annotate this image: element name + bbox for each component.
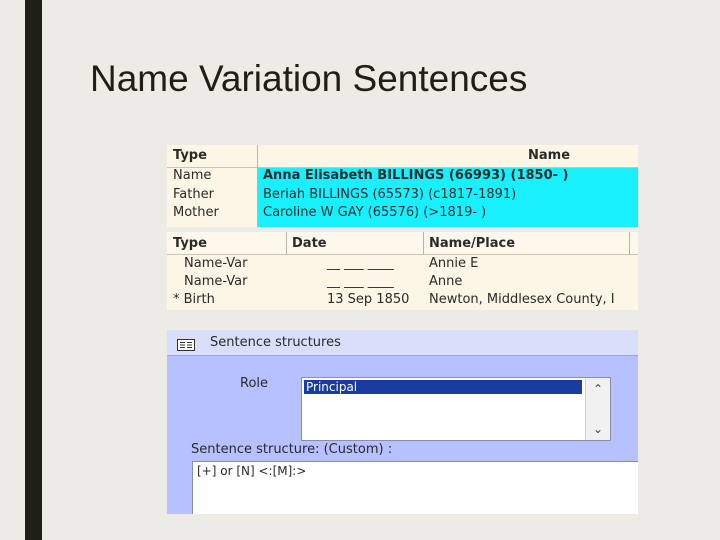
- event-type[interactable]: Name-Var: [184, 273, 247, 291]
- event-type[interactable]: * Birth: [173, 291, 215, 309]
- event-name-place[interactable]: Newton, Middlesex County, I: [429, 291, 615, 309]
- column-divider: [286, 232, 287, 254]
- row-type-mother[interactable]: Mother: [173, 204, 219, 222]
- left-accent-bar: [25, 0, 42, 540]
- structure-textarea[interactable]: [+] or [N] <:[M]:>: [192, 461, 638, 514]
- header-date[interactable]: Date: [292, 235, 327, 253]
- structure-label: Sentence structure: (Custom) :: [191, 442, 393, 457]
- role-listbox[interactable]: Principal ⌃ ⌄: [301, 377, 611, 441]
- event-type[interactable]: Name-Var: [184, 255, 247, 273]
- names-table: Type Name Name Anna Elisabeth BILLINGS (…: [167, 145, 638, 227]
- event-name-place[interactable]: Annie E: [429, 255, 478, 273]
- sentence-structures-panel: Sentence structures Role Principal ⌃ ⌄ S…: [167, 330, 638, 514]
- column-divider: [423, 232, 424, 254]
- header-type[interactable]: Type: [173, 147, 207, 165]
- sentence-panel-title: Sentence structures: [210, 335, 341, 350]
- row-mother-name[interactable]: Caroline W GAY (65576) (>1819- ): [263, 204, 486, 222]
- event-date[interactable]: 13 Sep 1850: [327, 291, 409, 309]
- column-divider: [257, 145, 258, 227]
- row-type-name[interactable]: Name: [173, 167, 211, 185]
- header-type[interactable]: Type: [173, 235, 207, 253]
- list-icon: [177, 336, 195, 351]
- role-option-selected[interactable]: Principal: [304, 380, 582, 394]
- event-date[interactable]: __ ___ ____: [327, 255, 394, 273]
- scroll-down-icon[interactable]: ⌄: [590, 422, 606, 436]
- events-table-header: Type Date Name/Place: [167, 232, 638, 255]
- row-type-father[interactable]: Father: [173, 186, 214, 204]
- row-father-name[interactable]: Beriah BILLINGS (65573) (c1817-1891): [263, 186, 516, 204]
- names-table-header: Type Name: [167, 145, 638, 168]
- event-date[interactable]: __ ___ ____: [327, 273, 394, 291]
- events-table: Type Date Name/Place Name-Var __ ___ ___…: [167, 232, 638, 310]
- slide-title: Name Variation Sentences: [90, 58, 528, 99]
- row-principal-name[interactable]: Anna Elisabeth BILLINGS (66993) (1850- ): [263, 167, 569, 185]
- scroll-up-icon[interactable]: ⌃: [590, 382, 606, 396]
- header-name-place[interactable]: Name/Place: [429, 235, 515, 253]
- structure-text[interactable]: [+] or [N] <:[M]:>: [197, 462, 306, 480]
- header-name[interactable]: Name: [528, 147, 570, 165]
- column-divider: [629, 232, 630, 254]
- role-label: Role: [240, 376, 269, 391]
- event-name-place[interactable]: Anne: [429, 273, 462, 291]
- role-scrollbar[interactable]: ⌃ ⌄: [585, 378, 610, 440]
- sentence-panel-titlebar: Sentence structures: [167, 330, 638, 356]
